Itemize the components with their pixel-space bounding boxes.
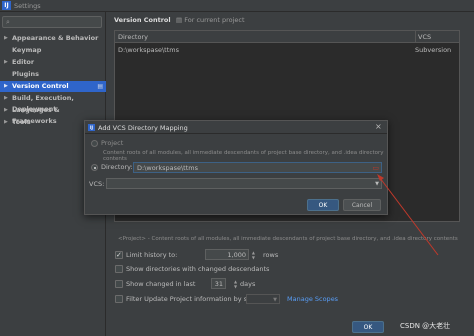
directory-label: Directory:	[101, 163, 133, 171]
show-changed-checkbox[interactable]	[115, 280, 123, 288]
add-vcs-mapping-dialog: IJ Add VCS Directory Mapping × Project C…	[84, 120, 388, 215]
directory-radio[interactable]	[91, 164, 98, 171]
dialog-ok-button[interactable]: OK	[307, 199, 339, 211]
limit-history-label: Limit history to:	[126, 251, 178, 259]
limit-history-unit: rows	[263, 251, 279, 259]
limit-history-row: Limit history to: 1,000 ▲▼ rows	[115, 249, 285, 261]
browse-folder-icon[interactable]: ▭	[372, 163, 379, 173]
sidebar-item-label: Editor	[12, 58, 35, 66]
chevron-down-icon: ▼	[273, 297, 277, 303]
search-icon: ⌕	[6, 18, 10, 26]
sidebar-item-build[interactable]: ▶ Build, Execution, Deployment	[0, 93, 106, 113]
chevron-right-icon: ▶	[4, 83, 8, 89]
chevron-right-icon: ▶	[4, 95, 8, 101]
sidebar-item-label: Keymap	[12, 46, 42, 54]
sidebar-item-editor[interactable]: ▶ Editor	[0, 57, 106, 68]
project-radio[interactable]	[91, 140, 98, 147]
show-changed-unit: days	[240, 280, 256, 288]
sidebar-item-keymap[interactable]: Keymap	[0, 45, 106, 56]
chevron-right-icon: ▶	[4, 107, 8, 113]
manage-scopes-link[interactable]: Manage Scopes	[287, 293, 338, 305]
chevron-down-icon: ▼	[375, 181, 379, 187]
scope-label: ▤ For current project	[176, 16, 245, 24]
project-radio-label: Project	[101, 139, 124, 147]
sidebar-item-label: Tools	[12, 118, 31, 126]
show-changed-input[interactable]: 31	[211, 278, 226, 289]
filter-scope-label: Filter Update Project information by sco…	[126, 295, 263, 303]
show-changed-label: Show changed in last	[126, 280, 196, 288]
limit-history-checkbox[interactable]	[115, 249, 123, 261]
settings-search-input[interactable]: ⌕	[2, 16, 102, 28]
vcs-select[interactable]: ▼	[106, 178, 382, 189]
scope-dropdown[interactable]: ▼	[246, 294, 280, 304]
settings-ok-button[interactable]: OK	[352, 321, 384, 333]
filter-scope-checkbox[interactable]	[115, 295, 123, 303]
filter-scope-row: Filter Update Project information by sco…	[115, 293, 375, 305]
close-icon[interactable]: ×	[375, 122, 382, 131]
intellij-logo-icon: IJ	[88, 124, 95, 131]
show-changed-row: Show changed in last 31 ▲ ▼ days	[115, 278, 285, 290]
sidebar-item-plugins[interactable]: Plugins	[0, 69, 106, 80]
chevron-right-icon: ▶	[4, 119, 8, 125]
spinner-icon[interactable]: ▲ ▼	[234, 279, 237, 289]
watermark: CSDN @大老壮	[400, 322, 451, 330]
page-title: Version Control	[114, 16, 171, 24]
directory-path-input[interactable]: D:\workspase\ttms ▭	[133, 162, 382, 173]
column-header-directory[interactable]: Directory	[115, 31, 415, 43]
sidebar-item-appearance[interactable]: ▶ Appearance & Behavior	[0, 33, 106, 44]
spinner-icon[interactable]: ▲ ▼	[252, 250, 255, 260]
project-config-icon: ▤	[97, 83, 103, 90]
column-header-vcs[interactable]: VCS	[415, 31, 459, 43]
intellij-logo-icon: IJ	[2, 1, 11, 10]
dialog-cancel-button[interactable]: Cancel	[343, 199, 381, 211]
sidebar-item-label: Appearance & Behavior	[12, 34, 99, 42]
show-dirs-row: Show directories with changed descendant…	[115, 263, 315, 275]
dialog-titlebar: IJ Add VCS Directory Mapping ×	[85, 121, 387, 134]
sidebar-item-languages[interactable]: ▶ Languages & Frameworks	[0, 105, 106, 125]
sidebar-item-version-control[interactable]: ▶ Version Control ▤	[0, 81, 106, 92]
chevron-right-icon: ▶	[4, 59, 8, 65]
project-hint-text: <Project> - Content roots of all modules…	[118, 236, 458, 242]
table-cell-vcs[interactable]: Subversion	[415, 45, 451, 56]
show-dirs-checkbox[interactable]	[115, 265, 123, 273]
window-titlebar: IJ Settings	[0, 0, 474, 12]
chevron-right-icon: ▶	[4, 35, 8, 41]
window-title: Settings	[14, 2, 41, 10]
project-description: Content roots of all modules, all immedi…	[103, 150, 384, 162]
show-dirs-label: Show directories with changed descendant…	[126, 265, 270, 273]
table-cell-directory[interactable]: D:\workspase\ttms	[118, 45, 179, 56]
dialog-title: Add VCS Directory Mapping	[98, 124, 188, 132]
project-scope-icon: ▤	[176, 16, 185, 24]
vcs-label: VCS:	[89, 180, 105, 188]
sidebar-item-label: Version Control	[12, 82, 69, 90]
limit-history-input[interactable]: 1,000 ▲ ▼	[205, 249, 255, 260]
sidebar-item-label: Plugins	[12, 70, 39, 78]
